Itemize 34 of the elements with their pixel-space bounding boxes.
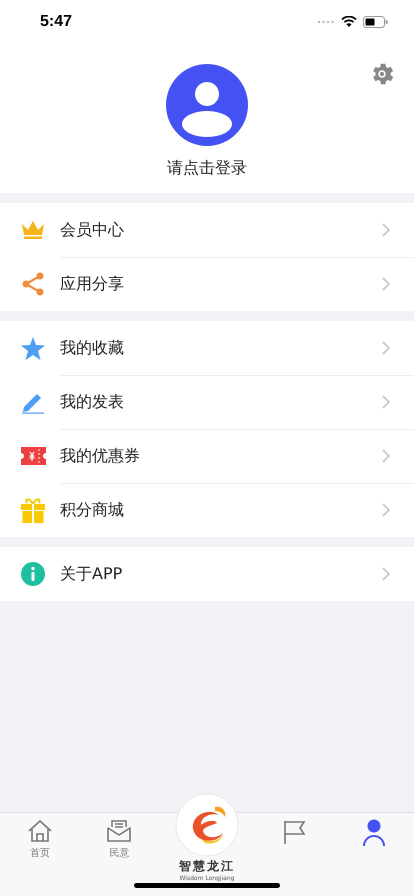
info-icon [21, 562, 45, 586]
envelope-icon [106, 819, 132, 843]
home-icon [26, 819, 53, 843]
status-time: 5:47 [40, 13, 72, 31]
share-icon [21, 272, 45, 296]
chevron-right-icon [382, 503, 390, 517]
coupon-icon [20, 447, 46, 465]
star-icon [21, 336, 45, 360]
chevron-right-icon [382, 449, 390, 463]
chevron-right-icon [382, 223, 390, 237]
wifi-icon [341, 16, 357, 28]
menu-item[interactable]: 关于APP [0, 547, 414, 601]
menu-item[interactable]: 我的优惠券 [0, 429, 414, 483]
gift-icon [21, 497, 45, 523]
chevron-right-icon [382, 395, 390, 409]
person-icon [362, 819, 386, 847]
logo-emblem-icon[interactable] [174, 793, 239, 857]
tab-item[interactable]: 民意 [80, 819, 160, 863]
chevron-right-icon [382, 277, 390, 291]
menu-item[interactable]: 积分商城 [0, 483, 414, 537]
menu-item[interactable]: 应用分享 [0, 257, 414, 311]
avatar-icon[interactable] [166, 64, 248, 146]
menu-item[interactable]: 我的收藏 [0, 321, 414, 375]
crown-icon [21, 220, 45, 240]
chevron-right-icon [382, 341, 390, 355]
menu-item[interactable]: 我的发表 [0, 375, 414, 429]
menu-item[interactable]: 会员中心 [0, 203, 414, 257]
flag-icon [282, 819, 308, 845]
battery-icon [363, 16, 388, 28]
chevron-right-icon [382, 567, 390, 581]
login-prompt[interactable]: 请点击登录 [167, 158, 247, 179]
tab-item[interactable]: 首页 [0, 819, 80, 863]
signal-dots-icon [317, 20, 335, 24]
logo-title: 智慧龙江 [178, 858, 235, 875]
